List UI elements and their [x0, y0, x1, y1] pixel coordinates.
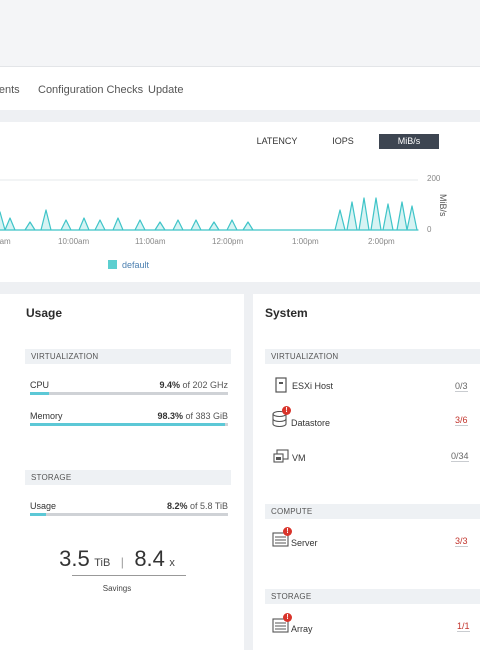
y-axis-label: MiB/s — [438, 194, 448, 217]
system-storage-header: STORAGE — [265, 589, 480, 604]
memory-value: 98.3% of 383 GiB — [157, 411, 228, 421]
server-label: Server — [291, 538, 318, 548]
legend-swatch — [108, 260, 117, 269]
storage-usage-value: 8.2% of 5.8 TiB — [166, 501, 228, 511]
cpu-label: CPU — [30, 380, 50, 390]
savings-ratio-unit: x — [169, 557, 175, 569]
savings-summary: 3.5 TiB | 8.4 x — [0, 546, 234, 572]
top-header-area — [0, 0, 480, 66]
cpu-value: 9.4% of 202 GHz — [159, 380, 228, 390]
system-title: System — [265, 306, 308, 320]
throughput-chart — [0, 179, 419, 231]
legend-label: default — [122, 260, 150, 270]
savings-separator: | — [120, 555, 124, 569]
x-tick-2pm: 2:00pm — [368, 237, 395, 246]
savings-capacity-value: 3.5 — [59, 546, 90, 571]
storage-usage-fill — [30, 513, 47, 516]
x-tick-12pm: 12:00pm — [212, 237, 244, 246]
x-tick-11am: 11:00am — [135, 237, 166, 246]
cpu-usage-fill — [30, 392, 49, 395]
x-tick-9am: 9:00am — [0, 237, 11, 246]
array-label: Array — [291, 624, 313, 634]
datastore-alert-icon: ! — [282, 406, 291, 415]
savings-ratio-value: 8.4 — [134, 546, 165, 571]
vm-count[interactable]: 0/34 — [451, 451, 469, 462]
y-tick-200: 200 — [427, 174, 441, 183]
datastore-count[interactable]: 3/6 — [455, 415, 468, 426]
tab-events[interactable]: Events — [0, 84, 20, 96]
server-row[interactable]: ! Server — [272, 527, 472, 552]
tab-update[interactable]: Update — [148, 84, 183, 96]
x-tick-1pm: 1:00pm — [292, 237, 319, 246]
tab-configuration-checks[interactable]: Configuration Checks — [38, 84, 143, 96]
storage-usage-bar — [30, 513, 228, 516]
array-alert-icon: ! — [283, 613, 292, 622]
esxi-host-label: ESXi Host — [292, 381, 334, 391]
datastore-label: Datastore — [291, 418, 331, 428]
savings-capacity-unit: TiB — [94, 557, 111, 569]
virtual-machine-icon — [273, 449, 289, 463]
array-count[interactable]: 1/1 — [457, 621, 470, 632]
savings-label: Savings — [102, 584, 132, 593]
storage-usage-label: Usage — [30, 501, 57, 511]
server-count[interactable]: 3/3 — [455, 536, 468, 547]
throughput-area — [0, 197, 419, 231]
server-host-icon — [275, 377, 287, 393]
system-compute-header: COMPUTE — [265, 504, 480, 519]
usage-title: Usage — [26, 306, 63, 320]
vm-label: VM — [292, 453, 306, 463]
memory-usage-bar — [30, 423, 228, 426]
vm-row[interactable]: VM — [272, 449, 472, 471]
savings-underline — [72, 575, 186, 576]
system-panel: System VIRTUALIZATION ESXi Host 0/3 ! Da… — [253, 294, 480, 650]
x-tick-10am: 10:00am — [58, 237, 90, 246]
esxi-host-count[interactable]: 0/3 — [455, 381, 468, 392]
y-tick-0: 0 — [427, 225, 432, 234]
system-virtualization-header: VIRTUALIZATION — [265, 349, 480, 364]
array-row[interactable]: ! Array — [272, 613, 472, 638]
chart-legend[interactable]: default — [108, 260, 149, 270]
server-alert-icon: ! — [283, 527, 292, 536]
tab-bar: Events Configuration Checks Update — [0, 66, 480, 110]
esxi-host-row[interactable]: ESXi Host — [272, 377, 472, 399]
usage-panel: Usage VIRTUALIZATION CPU 9.4% of 202 GHz… — [0, 294, 244, 650]
datastore-row[interactable]: ! Datastore — [272, 406, 472, 430]
memory-usage-fill — [30, 423, 225, 426]
cpu-usage-bar — [30, 392, 228, 395]
memory-label: Memory — [30, 411, 63, 421]
usage-storage-header: STORAGE — [25, 470, 231, 485]
performance-panel: LATENCY IOPS MiB/s 200 0 MiB/s 9:00am 10… — [0, 122, 480, 282]
usage-virtualization-header: VIRTUALIZATION — [25, 349, 231, 364]
